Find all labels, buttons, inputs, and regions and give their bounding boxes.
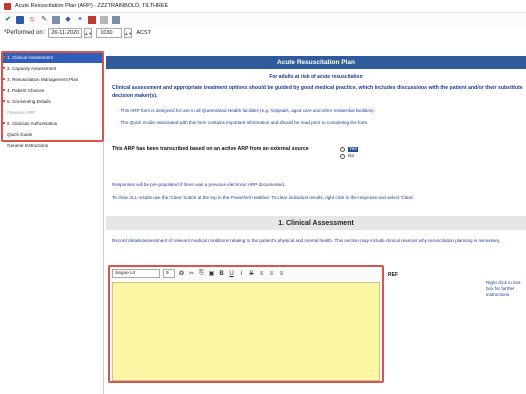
clear-note: To clear ALL results use the 'Clear' but… (112, 195, 415, 200)
app-icon (4, 2, 11, 10)
font-select[interactable]: Segoe UI (112, 269, 160, 278)
align-right-icon[interactable]: ≡ (278, 271, 285, 277)
sidebar-item-resuscitation-plan[interactable]: 3. Resuscitation Management Plan (1, 74, 102, 85)
form-subtitle: For adults at risk of acute resuscitatio… (269, 74, 363, 80)
required-dot-icon (3, 89, 5, 91)
prepopulate-note: Responses will be pre-populated if there… (112, 182, 286, 187)
timezone-label: ACST (136, 30, 152, 36)
strike-icon[interactable]: S (248, 271, 255, 277)
spell-icon[interactable]: ❂ (178, 270, 185, 277)
date-field[interactable]: 26-11-2020 (48, 28, 83, 38)
paste-icon[interactable]: ▣ (208, 270, 215, 277)
form-main: Acute Resuscitation Plan For adults at r… (106, 50, 526, 394)
time-field[interactable]: 1030 (96, 28, 123, 38)
stop-icon[interactable]: ⦸ (28, 16, 36, 24)
form-header: Acute Resuscitation Plan (106, 56, 526, 69)
date-spinner[interactable]: ▲▼ (84, 28, 93, 38)
underline-icon[interactable]: U (228, 271, 235, 277)
performed-on-row: *Performed on: 26-11-2020 ▲▼ 1030 ▲▼ ACS… (0, 26, 526, 40)
radio-circle-icon (340, 147, 345, 152)
time-spinner[interactable]: ▲▼ (124, 28, 133, 38)
clinical-notes-editor: Segoe UI 9 ❂ ✂ ⎘ ▣ B U I S ≡ ≡ ≡ (108, 265, 384, 383)
sidebar-item-capacity-assessment[interactable]: 2. Capacity Assessment (1, 63, 102, 74)
red-icon[interactable] (88, 15, 96, 24)
gray-icon[interactable] (100, 15, 108, 24)
sidebar-item-clinician-authorisation[interactable]: 6. Clinician Authorisation (1, 118, 102, 129)
sidebar-item-patient-choices[interactable]: 4. Patient Choices (1, 85, 102, 96)
transcribed-radio-group: Yes No (340, 146, 400, 160)
sidebar-item-clinical-assessment[interactable]: 1. Clinical Assessment (1, 52, 102, 63)
bullet-item: . The Quick Guide associated with this f… (118, 120, 369, 125)
radio-yes[interactable]: Yes (340, 146, 400, 153)
record-instructions: Record details/assessment of relevant me… (112, 238, 501, 243)
plus-icon[interactable]: + (76, 16, 84, 24)
powerform-toolbar: ✔ ⦸ ✎ ◆ + (0, 13, 526, 26)
performed-label: *Performed on: (4, 30, 45, 36)
sidebar-item-consenting-details[interactable]: 5. Consenting Details (1, 96, 102, 107)
align-center-icon[interactable]: ≡ (268, 271, 275, 277)
right-click-help: Right click in text box for further inst… (486, 280, 521, 297)
align-left-icon[interactable]: ≡ (258, 271, 265, 277)
grid-icon[interactable] (112, 15, 120, 24)
save-icon[interactable] (16, 15, 24, 24)
sidebar-item-previous-arp[interactable]: Previous ARP (1, 107, 102, 118)
required-dot-icon (3, 78, 5, 80)
radio-no[interactable]: No (340, 153, 400, 160)
cut-icon[interactable]: ✂ (188, 270, 195, 277)
intro-text: Clinical assessment and appropriate trea… (112, 85, 523, 99)
copy-icon[interactable]: ⎘ (198, 270, 205, 277)
sidebar-item-quick-guide[interactable]: Quick Guide (1, 129, 102, 140)
editor-toolbar: Segoe UI 9 ❂ ✂ ⎘ ▣ B U I S ≡ ≡ ≡ (110, 267, 382, 280)
required-dot-icon (3, 67, 5, 69)
required-dot-icon (3, 100, 5, 102)
section-sidebar: 1. Clinical Assessment 2. Capacity Asses… (1, 50, 104, 394)
font-size-select[interactable]: 9 (163, 269, 175, 278)
required-dot-icon (3, 56, 5, 58)
italic-icon[interactable]: I (238, 271, 245, 277)
transcribed-question: This ARP has been transcribed based on a… (112, 146, 309, 152)
bold-icon[interactable]: B (218, 271, 225, 277)
window-title: Acute Resuscitation Plan (ARP) - ZZZTRAI… (15, 3, 169, 9)
required-dot-icon (3, 122, 5, 124)
section-title: 1. Clinical Assessment (106, 216, 526, 230)
radio-circle-icon (340, 154, 345, 159)
diamond-icon[interactable]: ◆ (64, 16, 72, 24)
sidebar-item-general-instructions[interactable]: General Instructions (1, 140, 102, 151)
window-titlebar: Acute Resuscitation Plan (ARP) - ZZZTRAI… (0, 0, 526, 13)
nav-icon[interactable]: ✎ (40, 16, 48, 24)
clinical-notes-textarea[interactable] (112, 282, 380, 381)
chart-icon[interactable] (52, 15, 60, 24)
ref-label: REF (388, 272, 398, 278)
bullet-item: . This ARP form is designed for use in a… (118, 108, 375, 113)
check-icon[interactable]: ✔ (4, 16, 12, 24)
